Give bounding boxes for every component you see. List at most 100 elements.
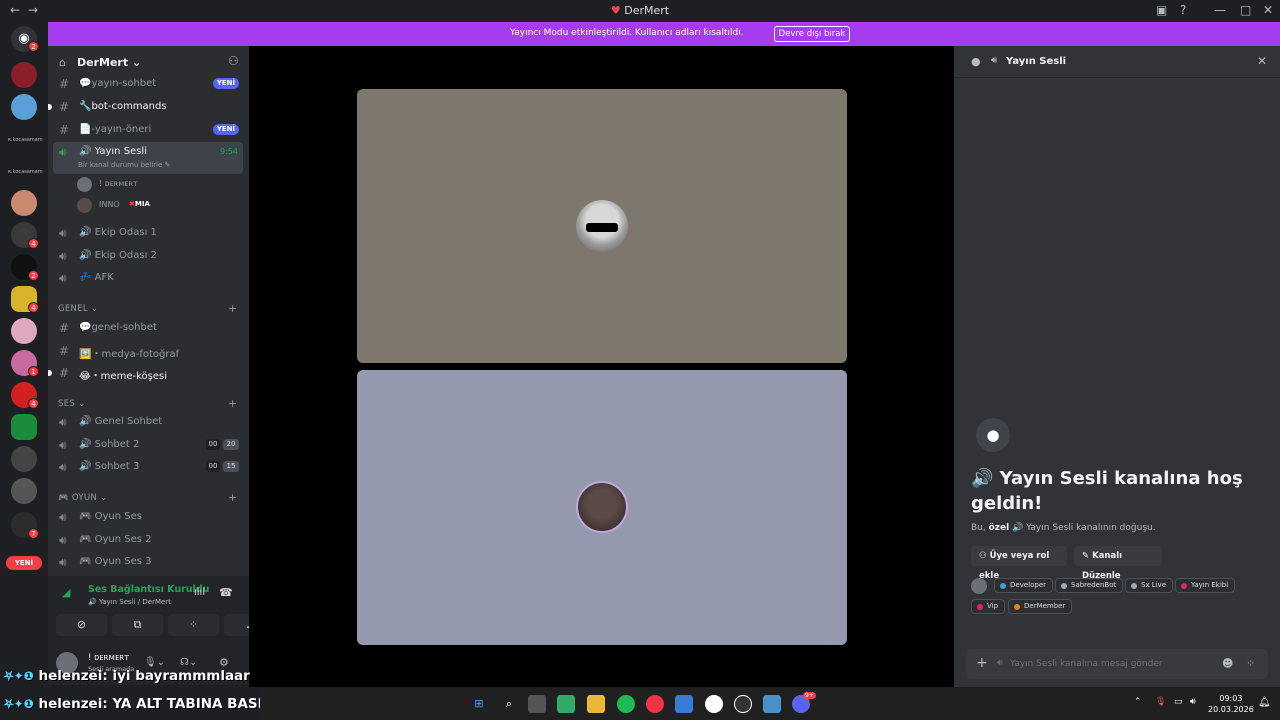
task-view-icon[interactable]	[528, 695, 546, 713]
help-icon[interactable]: ?	[1180, 3, 1186, 17]
channel-item[interactable]: # 📄-yayın-öneri YENİ	[53, 120, 243, 140]
file-explorer-icon[interactable]	[587, 695, 605, 713]
emoji-icon[interactable]: ☻	[1222, 657, 1233, 670]
disable-streamer-mode-button[interactable]: Devre dışı bırak	[774, 26, 850, 42]
mic-tray-icon[interactable]: 🎙︎	[1155, 697, 1166, 707]
voice-user[interactable]: INNO ✖MIA	[77, 197, 237, 215]
channel-label: 💤 AFK	[79, 272, 114, 283]
disconnect-icon[interactable]: ☎	[219, 586, 233, 599]
server-icon[interactable]	[11, 94, 37, 120]
participant-avatar	[576, 200, 628, 252]
app-icon[interactable]	[705, 695, 723, 713]
edit-channel-button[interactable]: ✎ Kanalı Düzenle	[1074, 546, 1162, 581]
signal-icon[interactable]: ◢	[62, 586, 70, 599]
tray-chevron-icon[interactable]: ⌃	[1134, 697, 1142, 707]
user-count: 00	[206, 439, 220, 450]
minimize-icon[interactable]: —	[1214, 3, 1226, 17]
create-channel-icon[interactable]: +	[228, 302, 237, 315]
activities-icon[interactable]: ⁘	[168, 614, 219, 636]
obs-icon[interactable]	[734, 695, 752, 713]
inbox-icon[interactable]: ▣	[1156, 3, 1167, 17]
role-chip: Developer	[994, 578, 1054, 593]
channel-item[interactable]: # 🔧bot-commands	[48, 97, 243, 117]
participant-tile[interactable]	[357, 370, 847, 645]
voice-channel-path[interactable]: 🔊 Yayın Sesli / DerMert	[88, 598, 171, 606]
screen-share-icon[interactable]: ⧉	[112, 614, 163, 636]
server-icon[interactable]	[11, 414, 37, 440]
avatar	[77, 177, 92, 192]
voice-channel[interactable]: 🔊︎ 🎮 Oyun Ses 2	[53, 530, 243, 550]
message-composer[interactable]: + 🔊︎ Yayın Sesli kanalına mesaj gönder ☻…	[966, 649, 1268, 679]
role-chip: Vip	[971, 599, 1006, 614]
app-icon[interactable]	[675, 695, 693, 713]
server-icon[interactable]	[11, 478, 37, 504]
close-window-icon[interactable]: ✕	[1263, 3, 1273, 17]
search-icon[interactable]: ⌕	[500, 695, 518, 713]
spotify-icon[interactable]	[617, 695, 635, 713]
participant-avatar	[576, 481, 628, 533]
category-header[interactable]: SES ⌄	[58, 399, 86, 409]
channel-label: 🔊 Ekip Odası 2	[79, 250, 157, 261]
channel-label: 🎮 Oyun Ses	[79, 511, 142, 522]
server-text-label[interactable]: ʀ.kocasamam	[8, 169, 43, 175]
channel-item[interactable]: # 💬genel-sohbet	[53, 318, 243, 338]
voice-channel[interactable]: 🔊︎ 🔊 Genel Sohbet	[53, 412, 243, 432]
attach-plus-icon[interactable]: +	[976, 655, 988, 671]
voice-channel[interactable]: 🔊︎ 💤 AFK	[53, 268, 243, 288]
voice-channel[interactable]: 🔊︎ 🔊 Sohbet 2 00 20	[53, 435, 243, 455]
camera-off-icon[interactable]: ⊘	[56, 614, 107, 636]
server-icon[interactable]	[11, 190, 37, 216]
voice-channel[interactable]: 🔊︎ 🎮 Oyun Ses 3	[53, 552, 243, 572]
notification-icon[interactable]: 🔔︎	[1258, 697, 1271, 708]
channel-item[interactable]: # 😂・meme-köşesi	[48, 363, 243, 383]
volume-icon[interactable]: 🔊︎	[1190, 697, 1196, 707]
server-text-label[interactable]: ʀ.kocasamam	[8, 137, 43, 143]
composer-placeholder[interactable]: Yayın Sesli kanalına mesaj gönder	[1010, 659, 1163, 669]
participant-tile[interactable]	[357, 89, 847, 363]
microphone-icon[interactable]: 🎙︎⌄	[144, 657, 165, 668]
channel-item[interactable]: # 💬yayın-sohbet YENİ	[53, 74, 243, 94]
stream-chat-overlay: ⛧✦❶ helenzei: iyi bayrammmlaar ⛧✦❶ helen…	[0, 668, 353, 720]
voice-channel[interactable]: 🔊︎ 🔊 Ekip Odası 2	[53, 246, 243, 266]
store-icon[interactable]	[557, 695, 575, 713]
server-icon[interactable]	[11, 318, 37, 344]
chrome-icon[interactable]	[646, 695, 664, 713]
network-icon[interactable]: ▭	[1174, 697, 1183, 707]
voice-channel[interactable]: 🔊︎ 🔊 Ekip Odası 1	[53, 223, 243, 243]
create-channel-icon[interactable]: +	[228, 491, 237, 504]
chat-header: ● 🔊︎ Yayın Sesli ✕	[954, 46, 1280, 78]
voice-channel[interactable]: 🔊︎ 🎮 Oyun Ses	[53, 507, 243, 527]
category-header[interactable]: GENEL ⌄	[58, 304, 98, 314]
voice-status[interactable]: Ses Bağlantısı Kuruldu	[88, 584, 209, 595]
unread-indicator	[48, 104, 52, 110]
chat-text: : iyi bayrammmlaar	[102, 668, 250, 684]
start-menu-icon[interactable]: ⊞	[470, 695, 488, 713]
user-name[interactable]: ! ᴅᴇʀᴍᴇʀᴛ	[88, 653, 129, 663]
add-user-icon[interactable]: ⚇	[228, 54, 239, 68]
server-badge: 4	[28, 398, 39, 409]
noise-suppression-icon[interactable]: ılıl	[194, 587, 205, 598]
apps-icon[interactable]: ⁘	[1246, 657, 1255, 670]
speaker-icon: 🔊︎	[59, 460, 67, 474]
welcome-title: 🔊 Yayın Sesli kanalına hoş geldin!	[971, 468, 1243, 514]
server-name[interactable]: DerMert ⌄	[77, 56, 141, 69]
user-tag: ✖MIA	[129, 200, 150, 208]
server-icon[interactable]	[11, 62, 37, 88]
close-chat-icon[interactable]: ✕	[1257, 54, 1267, 68]
voice-channel-active[interactable]: 🔊︎ 🔊 Yayın Sesli 9:54 Bir kanal durumu b…	[53, 142, 243, 174]
voice-user[interactable]: ! ᴅᴇʀᴍᴇʀᴛ	[77, 176, 237, 194]
channel-status-hint[interactable]: Bir kanal durumu belirle ✎	[78, 161, 171, 169]
maximize-icon[interactable]: □	[1240, 3, 1251, 17]
create-channel-icon[interactable]: +	[228, 397, 237, 410]
voice-channel[interactable]: 🔊︎ 🔊 Sohbet 3 00 15	[53, 457, 243, 477]
system-clock[interactable]: 09:03 20.03.2026	[1208, 693, 1254, 715]
hash-icon: #	[59, 100, 70, 114]
category-header[interactable]: 🎮 OYUN ⌄	[58, 493, 108, 503]
chat-bubble-icon: ●	[971, 55, 981, 68]
channel-item[interactable]: # 🖼️・medya-fotoğraf	[53, 341, 243, 361]
headphones-icon[interactable]: ☊⌄	[180, 657, 197, 668]
add-member-role-button[interactable]: ⚇ Üye veya rol ekle	[971, 546, 1067, 581]
server-icon[interactable]	[11, 446, 37, 472]
app-icon[interactable]	[763, 695, 781, 713]
new-servers-pill[interactable]: YENİ	[6, 556, 42, 570]
